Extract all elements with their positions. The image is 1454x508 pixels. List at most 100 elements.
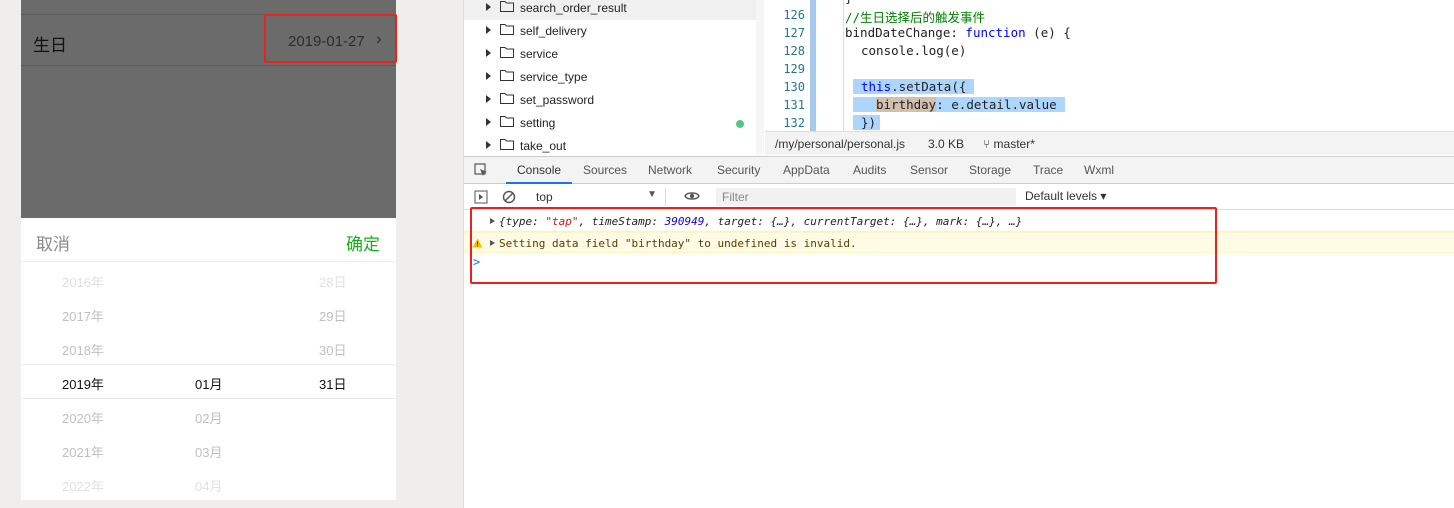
- log-levels-dropdown[interactable]: Default levels ▾: [1025, 189, 1106, 203]
- indent-guide: [843, 0, 844, 131]
- tree-folder-item[interactable]: service: [464, 43, 756, 66]
- editor-statusbar: /my/personal/personal.js 3.0 KB ⑂ master…: [765, 131, 1454, 155]
- picker-cancel-button[interactable]: 取消: [36, 230, 70, 255]
- expand-arrow-icon[interactable]: [486, 72, 491, 80]
- picker-day-option[interactable]: 29日: [319, 306, 346, 325]
- inspect-element-icon[interactable]: [474, 163, 488, 177]
- tab-security[interactable]: Security: [717, 163, 760, 177]
- folder-icon: [500, 116, 514, 127]
- line-number: 131: [783, 98, 805, 112]
- picker-month-selected[interactable]: 01月: [195, 374, 222, 393]
- picker-selection-line: [21, 398, 396, 399]
- file-size: 3.0 KB: [928, 137, 965, 151]
- simulator-screen: 生日 2019-01-27 › 取消 确定 2016年 2017年 2018年 …: [21, 0, 396, 500]
- tab-storage[interactable]: Storage: [969, 163, 1011, 177]
- tree-folder-item[interactable]: search_order_result: [464, 0, 756, 20]
- dropdown-arrow-icon: ▾: [1100, 189, 1107, 203]
- expand-arrow-icon[interactable]: [486, 3, 491, 11]
- code-keyword: this: [861, 79, 892, 94]
- picker-day-selected[interactable]: 31日: [319, 374, 346, 393]
- line-number: 128: [783, 44, 805, 58]
- picker-year-selected[interactable]: 2019年: [62, 374, 104, 393]
- code-line: bindDateChange: function (e) {: [845, 25, 1071, 40]
- code-comment: //生日选择后的触发事件: [845, 10, 986, 25]
- tab-audits[interactable]: Audits: [853, 163, 886, 177]
- tab-wxml[interactable]: Wxml: [1084, 163, 1114, 177]
- tree-folder-item[interactable]: setting: [464, 112, 756, 135]
- code-line: }: [845, 0, 853, 5]
- picker-header: 取消 确定: [21, 218, 396, 262]
- git-modified-dot-icon: [736, 120, 744, 128]
- tab-trace[interactable]: Trace: [1033, 163, 1063, 177]
- birthday-label: 生日: [33, 36, 67, 55]
- code-call: .setData({: [891, 79, 967, 94]
- expand-arrow-icon[interactable]: [486, 118, 491, 126]
- tab-network[interactable]: Network: [648, 163, 692, 177]
- code-line-selected: birthday: e.detail.value: [853, 97, 1065, 112]
- picker-year-option[interactable]: 2018年: [62, 340, 104, 359]
- context-select[interactable]: top ▼: [530, 188, 666, 206]
- expand-arrow-icon[interactable]: [486, 26, 491, 34]
- code-keyword: function: [965, 25, 1026, 40]
- folder-label: set_password: [520, 93, 595, 107]
- folder-icon: [500, 139, 514, 150]
- line-number: 132: [783, 116, 805, 130]
- tree-folder-item[interactable]: take_out: [464, 135, 756, 158]
- log-levels-label: Default levels: [1025, 189, 1098, 203]
- annotation-highlight-box: [264, 14, 397, 63]
- tree-folder-item[interactable]: self_delivery: [464, 20, 756, 43]
- tab-appdata[interactable]: AppData: [783, 163, 830, 177]
- git-branch-label: master*: [993, 137, 1035, 151]
- line-number: 127: [783, 26, 805, 40]
- annotation-highlight-box: [470, 207, 1217, 284]
- tree-scrollbar[interactable]: [756, 0, 764, 155]
- folder-label: service: [520, 47, 559, 61]
- picker-day-option[interactable]: 30日: [319, 340, 346, 359]
- picker-year-option[interactable]: 2022年: [62, 476, 104, 495]
- eye-icon[interactable]: [684, 190, 700, 202]
- picker-year-option[interactable]: 2016年: [62, 272, 104, 291]
- folder-icon: [500, 47, 514, 58]
- code-line: console.log(e): [861, 43, 967, 58]
- folder-label: service_type: [520, 70, 588, 84]
- context-value: top: [536, 190, 553, 204]
- expand-arrow-icon[interactable]: [486, 49, 491, 57]
- tab-console[interactable]: Console: [517, 163, 561, 177]
- folder-icon: [500, 70, 514, 81]
- file-path: /my/personal/personal.js: [775, 137, 906, 151]
- clear-console-icon[interactable]: [502, 190, 516, 204]
- tab-sensor[interactable]: Sensor: [910, 163, 948, 177]
- dropdown-arrow-icon: ▼: [647, 189, 657, 200]
- picker-day-option[interactable]: 28日: [319, 272, 346, 291]
- git-branch-icon: ⑂: [983, 137, 994, 151]
- code-value: : e.detail.value: [936, 97, 1057, 112]
- picker-year-option[interactable]: 2021年: [62, 442, 104, 461]
- editor-gutter-marker: [810, 0, 816, 131]
- code-params: (e) {: [1025, 25, 1071, 40]
- folder-icon: [500, 93, 514, 104]
- picker-year-option[interactable]: 2017年: [62, 306, 104, 325]
- code-line-selected: this.setData({: [853, 79, 975, 94]
- folder-label: setting: [520, 116, 556, 130]
- folder-label: self_delivery: [520, 24, 587, 38]
- expand-arrow-icon[interactable]: [486, 141, 491, 149]
- code-line-selected: }): [853, 115, 881, 130]
- filter-input[interactable]: Filter: [716, 188, 1016, 206]
- tab-sources[interactable]: Sources: [583, 163, 627, 177]
- folder-icon: [500, 24, 514, 35]
- devtools-tabbar: Console Sources Network Security AppData…: [464, 156, 1454, 184]
- sidebar-toggle-icon[interactable]: [474, 190, 488, 204]
- folder-label: search_order_result: [520, 1, 627, 15]
- code-identifier: bindDateChange: [845, 25, 951, 40]
- picker-month-option[interactable]: 02月: [195, 408, 222, 427]
- picker-month-option[interactable]: 04月: [195, 476, 222, 495]
- picker-month-option[interactable]: 03月: [195, 442, 222, 461]
- tree-folder-item[interactable]: set_password: [464, 89, 756, 112]
- expand-arrow-icon[interactable]: [486, 95, 491, 103]
- git-branch[interactable]: ⑂ master*: [983, 137, 1035, 151]
- code-editor[interactable]: 126 127 128 129 130 131 132 } //生日选择后的触发…: [765, 0, 1454, 131]
- line-number: 129: [783, 62, 805, 76]
- tree-folder-item[interactable]: service_type: [464, 66, 756, 89]
- picker-confirm-button[interactable]: 确定: [346, 230, 380, 255]
- picker-year-option[interactable]: 2020年: [62, 408, 104, 427]
